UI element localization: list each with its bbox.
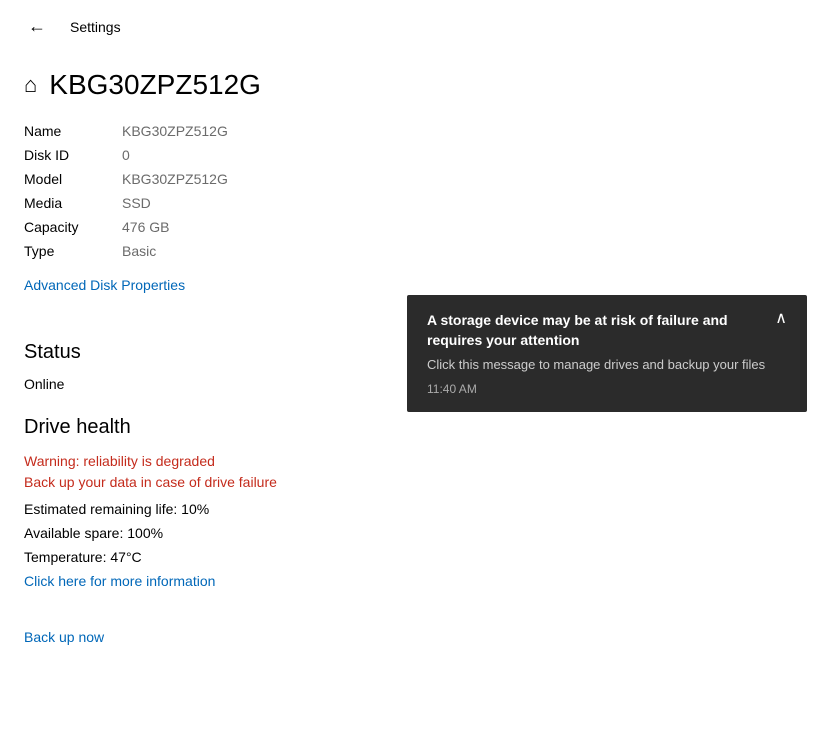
label-capacity: Capacity — [24, 217, 114, 237]
toast-close-button[interactable]: ∧ — [775, 311, 787, 327]
home-icon: ⌂ — [24, 72, 37, 98]
value-disk-id: 0 — [122, 145, 803, 165]
warning-line1: Warning: reliability is degraded — [24, 451, 803, 472]
available-spare-stat: Available spare: 100% — [24, 525, 803, 541]
header: ← Settings — [0, 0, 827, 53]
header-title: Settings — [70, 19, 121, 35]
toast-time: 11:40 AM — [427, 382, 787, 396]
more-information-link[interactable]: Click here for more information — [24, 573, 215, 589]
label-disk-id: Disk ID — [24, 145, 114, 165]
label-name: Name — [24, 121, 114, 141]
page-title-area: ⌂ KBG30ZPZ512G — [0, 53, 827, 121]
drive-health-warnings: Warning: reliability is degraded Back up… — [24, 451, 803, 493]
notification-toast[interactable]: A storage device may be at risk of failu… — [407, 295, 807, 412]
page-title: KBG30ZPZ512G — [49, 69, 261, 101]
toast-body: Click this message to manage drives and … — [427, 356, 787, 374]
value-media: SSD — [122, 193, 803, 213]
toast-title: A storage device may be at risk of failu… — [427, 311, 763, 350]
drive-health-title: Drive health — [24, 416, 803, 439]
remaining-life-stat: Estimated remaining life: 10% — [24, 501, 803, 517]
temperature-stat: Temperature: 47°C — [24, 549, 803, 565]
value-name: KBG30ZPZ512G — [122, 121, 803, 141]
disk-info-table: Name KBG30ZPZ512G Disk ID 0 Model KBG30Z… — [24, 121, 803, 261]
label-type: Type — [24, 241, 114, 261]
label-model: Model — [24, 169, 114, 189]
advanced-disk-properties-link[interactable]: Advanced Disk Properties — [24, 277, 185, 293]
warning-line2: Back up your data in case of drive failu… — [24, 472, 803, 493]
value-capacity: 476 GB — [122, 217, 803, 237]
toast-header: A storage device may be at risk of failu… — [427, 311, 787, 350]
label-media: Media — [24, 193, 114, 213]
back-up-now-link[interactable]: Back up now — [24, 629, 104, 645]
back-button[interactable]: ← — [20, 12, 54, 41]
value-type: Basic — [122, 241, 803, 261]
value-model: KBG30ZPZ512G — [122, 169, 803, 189]
